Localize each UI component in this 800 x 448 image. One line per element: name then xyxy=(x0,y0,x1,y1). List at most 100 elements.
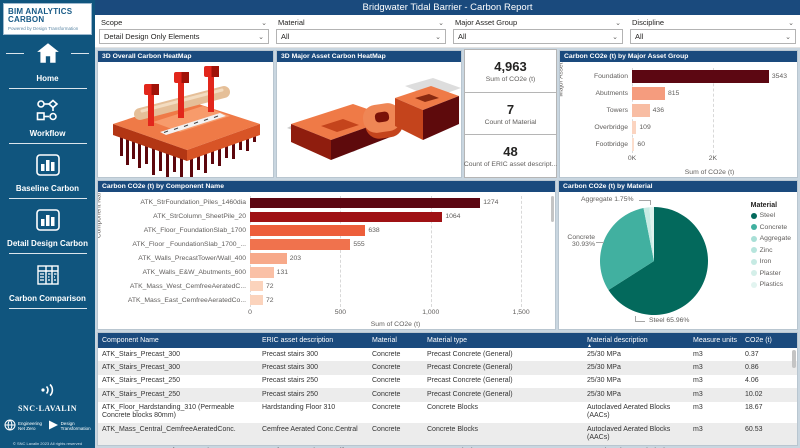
legend-dot xyxy=(751,259,757,265)
chevron-down-icon[interactable]: ⌄ xyxy=(261,19,267,27)
filter-label: Major Asset Group xyxy=(455,18,517,27)
table-cell: Concrete xyxy=(368,388,423,401)
category-label: ATK_StrColumn_SheetPile_20 xyxy=(116,213,250,220)
column-header-material[interactable]: Material xyxy=(368,333,423,348)
bar-chart-icon xyxy=(35,153,61,182)
filter-bar: Scope⌄ Detail Design Only Elements⌄ Mate… xyxy=(95,15,800,48)
column-header-measure-units[interactable]: Measure units xyxy=(689,333,741,348)
bar-row: ATK_Mass_East_CemfreeAeratedCo...72 xyxy=(250,295,541,306)
chevron-down-icon[interactable]: ⌄ xyxy=(438,19,444,27)
table-cell: Concrete Blocks xyxy=(423,423,583,445)
bar-row: ATK_StrFoundation_Piles_1460dia1274 xyxy=(250,198,541,209)
bar-atk-strfoundation-piles-1460dia[interactable] xyxy=(250,198,480,209)
legend-item-aggregate[interactable]: Aggregate xyxy=(751,235,791,242)
kpi-sum-co2e: 4,963 Sum of CO2e (t) xyxy=(464,49,557,93)
3d-overall-heatmap-viewport[interactable] xyxy=(98,62,273,177)
table-cell: Concrete xyxy=(368,348,423,361)
column-header-eric-asset-description[interactable]: ERIC asset description xyxy=(258,333,368,348)
table-row-atk-stairs-precast-300-0[interactable]: ATK_Stairs_Precast_300Precast stairs 300… xyxy=(98,348,797,361)
kpi-label: Count of ERIC asset descript... xyxy=(464,161,557,168)
bar-atk-mass-west-cemfreeaeratedc[interactable] xyxy=(250,281,263,292)
sidebar-item-baseline-carbon[interactable]: Baseline Carbon xyxy=(0,144,95,199)
column-header-material-description[interactable]: Material description▲ xyxy=(583,333,689,348)
main-area: Bridgwater Tidal Barrier - Carbon Report… xyxy=(95,0,800,448)
snc-lavalin-icon xyxy=(0,383,95,402)
table-cell: ATK_Stairs_Precast_250 xyxy=(98,375,258,388)
bar-foundation[interactable] xyxy=(632,70,769,83)
bar-footbridge[interactable] xyxy=(632,138,634,151)
divider xyxy=(9,308,87,309)
table-cell: Precast Concrete (General) xyxy=(423,388,583,401)
bar-value: 60 xyxy=(637,141,645,148)
play-triangle-icon xyxy=(47,418,59,436)
legend-label: Aggregate xyxy=(760,235,791,242)
bar-row: Footbridge60 xyxy=(632,138,787,151)
x-tick-label: 0 xyxy=(248,309,252,316)
table-cell: m3 xyxy=(689,348,741,361)
bars: ATK_StrFoundation_Piles_1460dia1274ATK_S… xyxy=(250,196,541,307)
legend-item-plastics[interactable]: Plastics xyxy=(751,281,791,288)
x-axis-ticks: 0K2K xyxy=(632,155,787,164)
column-header-co2e-t[interactable]: CO2e (t) xyxy=(741,333,797,348)
legend-item-concrete[interactable]: Concrete xyxy=(751,224,791,231)
table-cell: Precast Concrete (General) xyxy=(423,375,583,388)
bar-overbridge[interactable] xyxy=(632,121,636,134)
bar-atk-strcolumn-sheetpile-20[interactable] xyxy=(250,212,442,223)
table-scrollbar[interactable] xyxy=(792,350,796,368)
bar-atk-floor-foundationslab-1700[interactable] xyxy=(250,225,365,236)
y-axis-label: Component Name xyxy=(98,192,103,238)
engineering-net-zero-badge: Engineering Net Zero xyxy=(4,418,47,436)
bar-towers[interactable] xyxy=(632,104,650,117)
legend-item-zinc[interactable]: Zinc xyxy=(751,247,791,254)
table-row-atk-stairs-precast-300-1[interactable]: ATK_Stairs_Precast_300Precast stairs 300… xyxy=(98,361,797,374)
sidebar-item-home[interactable]: Home xyxy=(0,30,95,89)
panel-3d-major-asset-heatmap: 3D Major Asset Carbon HeatMap xyxy=(276,50,462,178)
column-header-component-name[interactable]: Component Name xyxy=(98,333,258,348)
scope-dropdown[interactable]: Detail Design Only Elements⌄ xyxy=(99,29,269,44)
legend-label: Steel xyxy=(760,212,776,219)
chart-scrollbar[interactable] xyxy=(551,196,554,222)
category-label: Foundation xyxy=(578,73,632,80)
bar-atk-floor-foundationslab-1700[interactable] xyxy=(250,239,350,250)
3d-major-asset-heatmap-viewport[interactable] xyxy=(277,62,461,177)
material-dropdown[interactable]: All⌄ xyxy=(276,29,446,44)
discipline-dropdown[interactable]: All⌄ xyxy=(630,29,796,44)
app-logo-title: BIM ANALYTICS CARBON xyxy=(8,8,88,25)
table-row-atk-stairs-precast-250-3[interactable]: ATK_Stairs_Precast_250Precast stairs 250… xyxy=(98,388,797,401)
filter-discipline: Discipline⌄ All⌄ xyxy=(630,17,796,46)
panel-material-pie: Carbon CO2e (t) by Material Aggregate 1.… xyxy=(558,180,798,330)
bar-row: Abutments815 xyxy=(632,87,787,100)
chevron-down-icon[interactable]: ⌄ xyxy=(615,19,621,27)
kpi-label: Count of Material xyxy=(485,119,537,126)
x-tick-label: 2K xyxy=(709,155,717,162)
sidebar-item-detail-design-carbon[interactable]: Detail Design Carbon xyxy=(0,199,95,254)
chevron-down-icon[interactable]: ⌄ xyxy=(788,19,794,27)
table-row-atk-floor-hardstanding-310-permeable-concrete-blocks-80mm-4[interactable]: ATK_Floor_Hardstanding_310 (Permeable Co… xyxy=(98,402,797,424)
bar-value: 1274 xyxy=(483,199,498,206)
bar-abutments[interactable] xyxy=(632,87,665,100)
legend-item-plaster[interactable]: Plaster xyxy=(751,270,791,277)
divider xyxy=(71,53,89,54)
legend-item-iron[interactable]: Iron xyxy=(751,258,791,265)
legend-item-steel[interactable]: Steel xyxy=(751,212,791,219)
bar-value: 72 xyxy=(266,283,274,290)
table-row-atk-mass-central-cemfreeaeratedconc-5[interactable]: ATK_Mass_Central_CemfreeAeratedConc.Cemf… xyxy=(98,423,797,445)
major-asset-group-dropdown[interactable]: All⌄ xyxy=(453,29,623,44)
chevron-down-icon: ⌄ xyxy=(785,33,791,41)
table-cell: m3 xyxy=(689,375,741,388)
column-header-material-type[interactable]: Material type xyxy=(423,333,583,348)
bar-row: ATK_Floor_FoundationSlab_1700638 xyxy=(250,225,541,236)
sidebar-item-carbon-comparison[interactable]: Carbon Comparison xyxy=(0,254,95,309)
x-tick-label: 0K xyxy=(628,155,636,162)
sidebar-item-workflow[interactable]: Workflow xyxy=(0,89,95,144)
callout-line xyxy=(639,200,651,205)
bar-row: Overbridge109 xyxy=(632,121,787,134)
bar-atk-walls-e-w-abutments-600[interactable] xyxy=(250,267,274,278)
table-row-atk-stairs-precast-250-2[interactable]: ATK_Stairs_Precast_250Precast stairs 250… xyxy=(98,375,797,388)
3d-overall-model xyxy=(98,62,273,177)
table-cell: Autoclaved Aerated Blocks (AACs) xyxy=(583,402,689,424)
table-cell: Precast stairs 250 xyxy=(258,388,368,401)
bar-atk-walls-precasttower-wall-400[interactable] xyxy=(250,253,287,264)
kpi-value: 7 xyxy=(507,102,514,117)
bar-atk-mass-east-cemfreeaeratedco[interactable] xyxy=(250,295,263,306)
